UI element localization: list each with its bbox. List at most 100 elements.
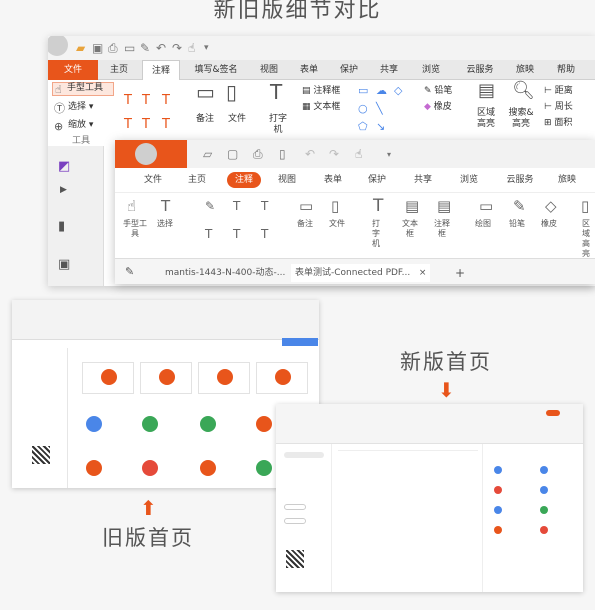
tab-home[interactable]: 主页 — [185, 172, 209, 188]
new-doc-icon[interactable]: ✎ — [140, 42, 150, 54]
tab-file[interactable]: 文件 — [141, 172, 165, 188]
layers-icon[interactable]: ▣ — [58, 258, 70, 271]
note-icon[interactable]: ▭ — [299, 199, 313, 214]
customize-icon[interactable]: ▾ — [387, 149, 391, 161]
page-icon[interactable]: ▯ — [279, 148, 286, 160]
tool-icon-green[interactable] — [540, 506, 548, 514]
tool-icon-orange[interactable] — [86, 460, 102, 476]
hand-tool-button[interactable]: ☝ 手型工具 — [52, 82, 114, 96]
select-tool-button[interactable]: Ⓣ 选择 ▾ — [54, 102, 93, 115]
polygon-icon[interactable]: ◇ — [394, 84, 402, 97]
page-icon[interactable]: ▭ — [124, 42, 135, 54]
text-box-button[interactable]: ▦ 文本框 — [302, 102, 340, 113]
eraser-button[interactable]: ◆ 橡皮 — [424, 102, 452, 113]
perimeter-button[interactable]: ⊢ 周长 — [544, 102, 573, 113]
tab-comment[interactable]: 注释 — [227, 172, 261, 188]
sidebar-button[interactable] — [284, 504, 306, 510]
underline-icon[interactable]: T — [142, 94, 150, 107]
tool-icon-orange[interactable] — [200, 460, 216, 476]
old-home-card[interactable] — [198, 362, 250, 394]
old-home-card[interactable] — [82, 362, 134, 394]
tab-protect[interactable]: 保护 — [334, 60, 364, 80]
tab-slideshow[interactable]: 旅映 — [510, 60, 540, 80]
replace-text-icon[interactable]: T — [233, 227, 240, 242]
open-folder-icon[interactable]: ▰ — [76, 42, 85, 54]
tab-browse[interactable]: 浏览 — [416, 60, 446, 80]
tab-cloud[interactable]: 云服务 — [503, 172, 537, 188]
print-icon[interactable]: ⎙ — [253, 148, 263, 160]
squiggly-icon[interactable]: T — [124, 118, 132, 131]
highlight-icon[interactable]: ✎ — [205, 199, 215, 214]
hand-icon[interactable]: ☝ — [188, 42, 195, 54]
strikeout-icon[interactable]: T — [261, 199, 268, 214]
tab-browse[interactable]: 浏览 — [457, 172, 481, 188]
sidebar-stamp-icon[interactable]: ◩ — [58, 160, 70, 173]
file-attach-icon[interactable]: ▯ — [331, 199, 339, 214]
tab-protect[interactable]: 保护 — [365, 172, 389, 188]
pages-icon[interactable]: ▮ — [58, 220, 65, 233]
doc-tab-2[interactable]: 表单测试-Connected PDF... × — [291, 264, 431, 282]
typewriter-icon[interactable]: T — [373, 198, 383, 215]
tab-view[interactable]: 视图 — [275, 172, 299, 188]
expand-arrow-icon[interactable]: ▶ — [60, 184, 67, 197]
tool-icon-blue[interactable] — [86, 416, 102, 432]
tab-slideshow[interactable]: 旅映 — [555, 172, 579, 188]
tool-icon-green[interactable] — [200, 416, 216, 432]
tab-file[interactable]: 文件 — [48, 60, 98, 80]
ellipse-icon[interactable]: ○ — [358, 102, 368, 115]
close-tab-icon[interactable]: × — [419, 268, 427, 278]
sidebar-item[interactable] — [284, 452, 324, 458]
sidebar-button[interactable] — [284, 518, 306, 524]
eraser-icon[interactable]: ◇ — [545, 199, 557, 214]
note-box-button[interactable]: ▤ 注释框 — [302, 86, 340, 97]
open-icon[interactable]: ▱ — [203, 148, 212, 160]
tab-share[interactable]: 共享 — [411, 172, 435, 188]
tab-cloud[interactable]: 云服务 — [458, 60, 502, 80]
tool-icon-blue[interactable] — [540, 486, 548, 494]
customize-icon[interactable]: ▾ — [204, 42, 209, 54]
distance-button[interactable]: ⊢ 距离 — [544, 86, 573, 97]
pencil-icon[interactable]: ✎ — [513, 199, 526, 214]
strikeout-icon[interactable]: T — [162, 94, 170, 107]
line-icon[interactable]: ╲ — [376, 102, 383, 115]
save-icon[interactable]: ▢ — [227, 148, 238, 160]
tool-icon-orange[interactable] — [256, 416, 272, 432]
save-icon[interactable]: ▣ — [92, 42, 103, 54]
typewriter-icon[interactable]: T — [270, 82, 282, 102]
shape-icon[interactable]: ▭ — [479, 199, 493, 214]
area-highlight-icon[interactable]: ▤ — [478, 82, 495, 100]
pentagon-icon[interactable]: ⬠ — [358, 120, 368, 133]
text-highlight-icon[interactable]: T — [124, 94, 132, 107]
hand-tool-icon[interactable]: ☝ — [127, 199, 136, 214]
insert-text-icon[interactable]: T — [162, 118, 170, 131]
file-attach-icon[interactable]: ▯ — [226, 82, 237, 102]
tab-home[interactable]: 主页 — [104, 60, 134, 80]
doc-tab-1[interactable]: mantis-1443-N-400-动态-... — [165, 264, 285, 282]
tab-form[interactable]: 表单 — [294, 60, 324, 80]
area-highlight-icon[interactable]: ▯ — [581, 199, 589, 214]
cloud-icon[interactable]: ☁ — [376, 84, 387, 97]
old-home-search[interactable] — [282, 338, 318, 346]
zoom-tool-button[interactable]: ⊕ 缩放 ▾ — [54, 120, 93, 133]
old-home-card[interactable] — [140, 362, 192, 394]
tab-fill-sign[interactable]: 填写&签名 — [188, 60, 244, 80]
add-tab-icon[interactable]: + — [455, 264, 465, 282]
redo-icon[interactable]: ↷ — [329, 148, 339, 160]
note-icon[interactable]: ▭ — [196, 82, 215, 102]
squiggly-icon[interactable]: T — [205, 227, 212, 242]
text-box-icon[interactable]: ▤ — [405, 199, 419, 214]
note-box-icon[interactable]: ▤ — [437, 199, 451, 214]
tool-icon-blue[interactable] — [494, 466, 502, 474]
insert-text-icon[interactable]: T — [261, 227, 268, 242]
annotation-pen-icon[interactable]: ✎ — [125, 265, 134, 278]
tool-icon-red[interactable] — [142, 460, 158, 476]
new-home-login[interactable] — [546, 410, 560, 416]
tool-icon-red[interactable] — [494, 486, 502, 494]
underline-icon[interactable]: T — [233, 199, 240, 214]
pencil-button[interactable]: ✎ 铅笔 — [424, 86, 452, 97]
search-highlight-icon[interactable]: 🔍︎ — [512, 82, 535, 100]
print-icon[interactable]: ⎙ — [108, 42, 118, 54]
tab-comment[interactable]: 注释 — [142, 60, 180, 80]
rectangle-icon[interactable]: ▭ — [358, 84, 368, 97]
redo-icon[interactable]: ↷ — [172, 42, 182, 54]
